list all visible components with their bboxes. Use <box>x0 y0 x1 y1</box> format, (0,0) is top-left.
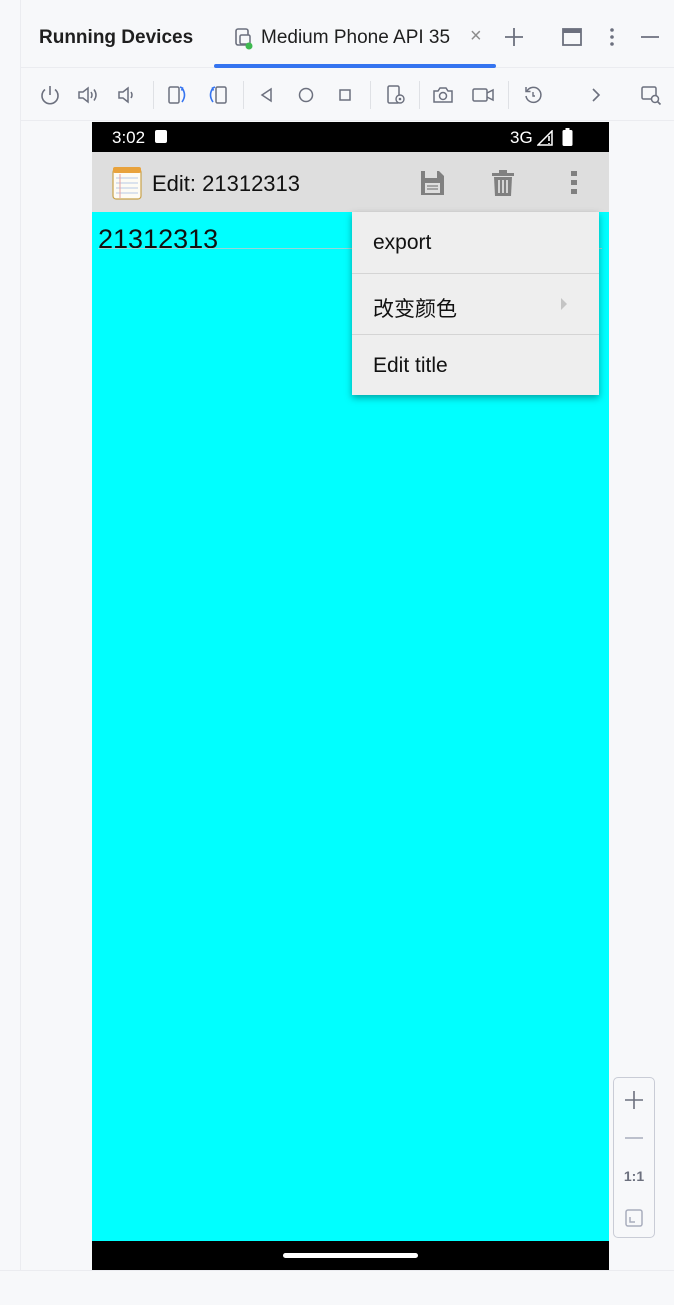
note-text[interactable]: 21312313 <box>98 224 218 255</box>
tab-medium-phone[interactable]: Medium Phone API 35 × <box>214 0 496 68</box>
zoom-controls: 1:1 <box>613 1077 655 1238</box>
options-icon[interactable] <box>601 26 623 48</box>
toolbar-separator <box>419 81 420 109</box>
screen-record-icon[interactable] <box>471 83 495 107</box>
home-icon[interactable] <box>294 83 318 107</box>
delete-icon[interactable] <box>489 168 517 198</box>
device-explorer-icon[interactable] <box>639 83 663 107</box>
new-tab-icon[interactable] <box>503 26 525 48</box>
device-toolbar <box>21 69 674 121</box>
submenu-arrow-icon <box>561 298 567 310</box>
window-layout-icon[interactable] <box>561 26 583 48</box>
accessibility-notification-icon <box>155 130 167 143</box>
toolbar-separator <box>370 81 371 109</box>
screenshot-icon[interactable] <box>431 83 455 107</box>
overview-icon[interactable] <box>333 83 357 107</box>
active-tab-indicator <box>214 64 496 68</box>
rotate-right-icon[interactable] <box>205 83 229 107</box>
status-time: 3:02 <box>112 128 146 147</box>
page-title: Edit: 21312313 <box>152 171 301 196</box>
panel-title: Running Devices <box>39 27 194 48</box>
zoom-in-icon[interactable] <box>622 1088 646 1112</box>
toolbar-separator <box>243 81 244 109</box>
overflow-popup-menu: export 改变颜色 Edit title <box>352 212 599 395</box>
menu-item-label: Edit title <box>373 354 448 377</box>
menu-item-export[interactable]: export <box>352 212 599 273</box>
notepad-app-icon <box>112 167 142 200</box>
more-chevron-icon[interactable] <box>584 83 608 107</box>
gesture-handle[interactable] <box>283 1253 418 1258</box>
tab-label: Medium Phone API 35 <box>261 27 451 48</box>
navigation-bar <box>92 1241 609 1270</box>
device-tab-icon <box>235 28 253 50</box>
action-bar: Edit: 21312313 <box>92 152 609 212</box>
toolbar-separator <box>508 81 509 109</box>
save-icon[interactable] <box>418 168 446 198</box>
close-tab-icon[interactable]: × <box>470 25 482 48</box>
back-icon[interactable] <box>255 83 279 107</box>
volume-up-icon[interactable] <box>76 83 100 107</box>
menu-item-label: export <box>373 231 432 254</box>
left-tool-strip <box>0 0 21 1270</box>
fit-screen-icon[interactable] <box>622 1206 646 1230</box>
power-icon[interactable] <box>38 83 62 107</box>
rotate-left-icon[interactable] <box>166 83 190 107</box>
menu-item-label: 改变颜色 <box>373 298 457 321</box>
toolbar-separator <box>153 81 154 109</box>
zoom-out-icon[interactable] <box>622 1126 646 1150</box>
running-devices-tabbar: Running Devices Medium Phone API 35 × <box>21 0 674 68</box>
menu-item-change-color[interactable]: 改变颜色 <box>352 274 599 335</box>
menu-item-edit-title[interactable]: Edit title <box>352 335 599 396</box>
status-bar: 3:02 3G <box>92 122 609 152</box>
volume-down-icon[interactable] <box>114 83 138 107</box>
actual-size-button[interactable]: 1:1 <box>614 1168 654 1184</box>
bottom-status-strip <box>0 1270 674 1305</box>
battery-icon <box>562 128 573 146</box>
signal-icon <box>537 130 553 146</box>
reset-icon[interactable] <box>521 83 545 107</box>
device-settings-icon[interactable] <box>384 83 408 107</box>
network-type: 3G <box>510 128 533 147</box>
overflow-menu-icon[interactable] <box>560 168 588 198</box>
minimize-icon[interactable] <box>639 26 661 48</box>
